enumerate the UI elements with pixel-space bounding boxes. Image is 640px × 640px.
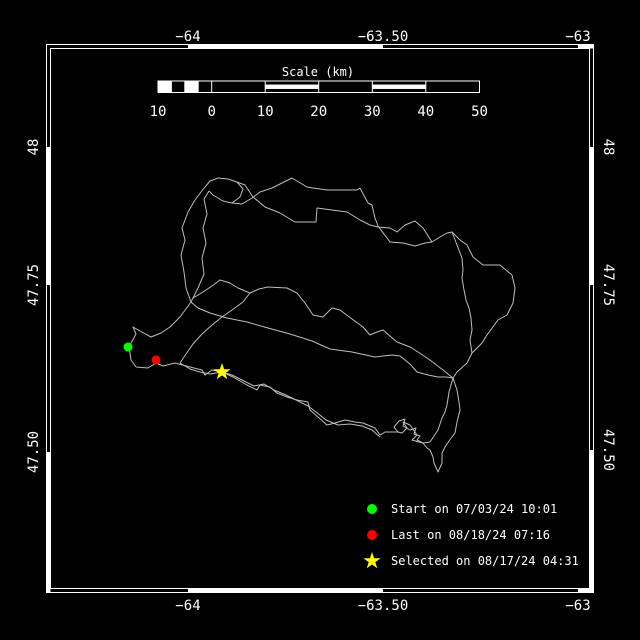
tick-label-bottom: −63.50 [358,598,409,614]
axis-band-right [589,147,594,285]
tick-label-left: 47.75 [26,264,42,306]
axis-band-bottom [188,588,383,593]
scale-tick-label: 10 [257,104,274,120]
track-segment [190,301,454,379]
axis-band-top [188,44,383,49]
tick-label-top: −64 [175,29,200,45]
tick-label-right: 48 [600,139,616,156]
scale-bar-stripe [265,84,319,89]
legend-marker-last [367,530,377,540]
legend-item-label: Start on 07/03/24 10:01 [391,502,557,516]
track-segment [431,231,516,354]
track-segment [236,181,433,243]
track-segment [190,190,210,303]
track-segment [127,301,192,348]
scale-tick-label: 0 [207,104,215,120]
track-segment [231,177,433,247]
tick-label-left: 47.50 [26,431,42,473]
scale-tick-label: 30 [364,104,381,120]
tick-label-top: −63 [565,29,590,45]
track-segment [429,377,454,443]
scale-bar-title: Scale (km) [282,65,354,79]
axis-band-left [46,147,51,285]
start-marker [123,342,133,352]
scale-bar-filled-cell [184,81,199,93]
track-segment [135,362,424,444]
scale-tick-label: 40 [417,104,434,120]
tick-label-bottom: −64 [175,598,200,614]
track-segment [451,231,473,354]
scale-bar-filled-cell [158,81,172,93]
track-segment [180,186,206,303]
legend-item-label: Last on 08/18/24 07:16 [391,528,550,542]
tick-label-bottom: −63 [565,598,590,614]
legend-marker-selected [363,552,381,569]
axis-band-right [589,450,594,593]
scale-bar-stripe [372,84,426,89]
tick-label-top: −63.50 [358,29,409,45]
axis-band-top [578,44,594,49]
scale-tick-label: 50 [471,104,488,120]
track-segment [179,362,381,438]
tick-label-right: 47.50 [600,429,616,471]
plot-svg: −64 −63.50 −63 −64 −63.50 −63 48 47.75 47.50 48 47… [26,29,616,614]
legend-item-label: Selected on 08/17/24 04:31 [391,554,579,568]
last-marker [151,355,161,365]
axis-band-left [46,452,51,593]
scale-tick-label: 10 [150,104,167,120]
track-segment [422,377,461,473]
tick-label-left: 48 [26,139,42,156]
tick-label-right: 47.75 [600,264,616,306]
track-segment [452,352,473,379]
scale-tick-label: 20 [310,104,327,120]
legend-marker-start [367,504,377,514]
track-map: −64 −63.50 −63 −64 −63.50 −63 48 47.75 47.50 48 47… [0,0,640,640]
track-segment [192,279,454,379]
